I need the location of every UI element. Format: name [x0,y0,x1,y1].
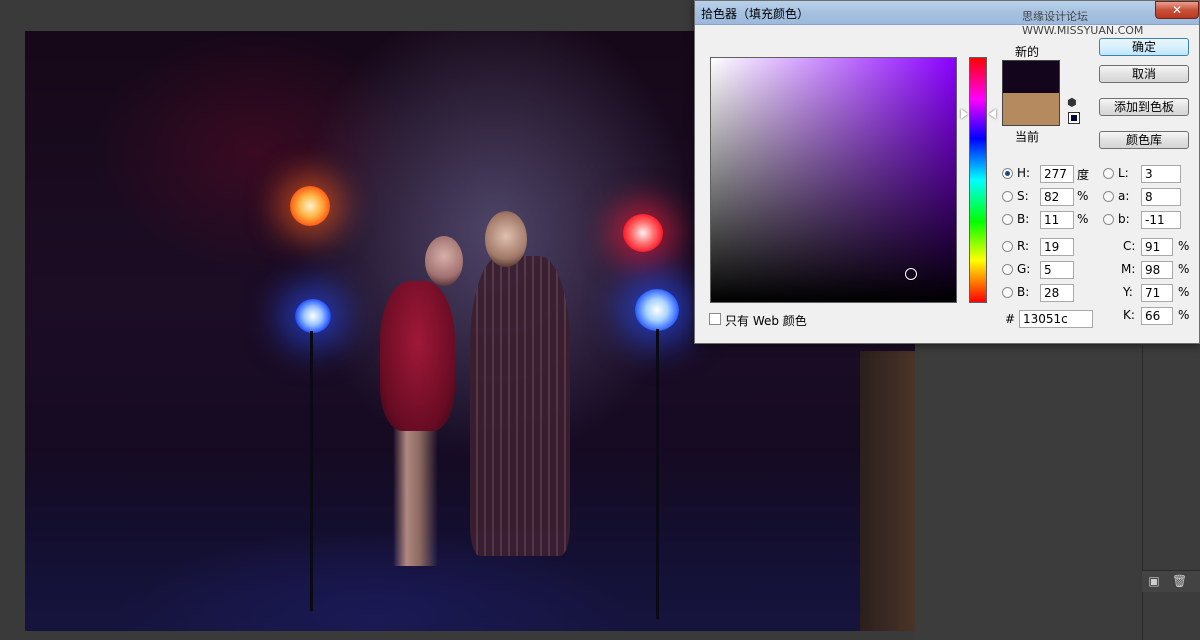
rgb-b-radio[interactable] [1002,287,1013,298]
s-input[interactable]: 82 [1040,188,1074,206]
cube-icon[interactable]: ⬢ [1067,96,1077,109]
y-input[interactable]: 71 [1141,284,1173,302]
current-color-swatch[interactable] [1002,93,1060,126]
websafe-warning-swatch[interactable] [1068,112,1080,124]
b-radio[interactable] [1002,214,1013,225]
b-unit: % [1077,212,1089,226]
rgb-b-label: B: [1017,285,1030,299]
woman-dress [380,281,455,431]
ok-button[interactable]: 确定 [1099,38,1189,56]
websafe-label: 只有 Web 颜色 [725,314,807,328]
layers-panel: ▣ 🗑 [915,345,1200,640]
dialog-title: 拾色器（填充颜色） [701,7,810,21]
color-picker-dialog: 拾色器（填充颜色） 思缘设计论坛 WWW.MISSYUAN.COM ✕ 新的 当… [694,0,1200,344]
hue-slider-arrow-right[interactable] [989,109,996,119]
hue-slider-arrow-left[interactable] [961,109,968,119]
k-label: K: [1123,308,1135,322]
trash-icon[interactable]: 🗑 [1172,574,1187,588]
color-libraries-button[interactable]: 颜色库 [1099,131,1189,149]
s-unit: % [1077,189,1089,203]
y-unit: % [1178,285,1190,299]
blue-lamp-right [635,289,679,331]
k-input[interactable]: 66 [1141,307,1173,325]
camera-icon[interactable]: ▣ [1147,574,1161,588]
current-color-label: 当前 [1015,130,1040,144]
dialog-titlebar[interactable]: 拾色器（填充颜色） 思缘设计论坛 WWW.MISSYUAN.COM ✕ [695,1,1199,37]
m-unit: % [1178,262,1190,276]
photo-wall [860,351,915,631]
a-label: a: [1118,189,1130,203]
l-input[interactable]: 3 [1141,165,1181,183]
m-label: M: [1121,262,1136,276]
s-radio[interactable] [1002,191,1013,202]
lab-b-input[interactable]: -11 [1141,211,1181,229]
r-label: R: [1017,239,1030,253]
a-input[interactable]: 8 [1141,188,1181,206]
r-radio[interactable] [1002,241,1013,252]
g-label: G: [1017,262,1031,276]
b-input[interactable]: 11 [1040,211,1074,229]
color-field[interactable] [710,57,957,303]
lab-b-radio[interactable] [1103,214,1114,225]
h-input[interactable]: 277 [1040,165,1074,183]
add-to-swatches-button[interactable]: 添加到色板 [1099,98,1189,116]
hex-input[interactable]: 13051c [1019,310,1093,328]
l-radio[interactable] [1103,168,1114,179]
s-label: S: [1017,189,1029,203]
red-lamp [623,214,663,252]
y-label: Y: [1123,285,1133,299]
websafe-checkbox[interactable] [709,313,721,325]
h-radio[interactable] [1002,168,1013,179]
man-head [485,211,527,267]
m-input[interactable]: 98 [1141,261,1173,279]
new-color-swatch [1002,60,1060,93]
hue-slider[interactable] [969,57,987,303]
light-stand-left [310,331,313,611]
b-label: B: [1017,212,1030,226]
lab-b-label: b: [1118,212,1130,226]
h-label: H: [1017,166,1031,180]
a-radio[interactable] [1103,191,1114,202]
light-stand-right [656,329,659,619]
l-label: L: [1118,166,1129,180]
c-input[interactable]: 91 [1141,238,1173,256]
r-input[interactable]: 19 [1040,238,1074,256]
new-color-label: 新的 [1015,45,1040,59]
rgb-b-input[interactable]: 28 [1040,284,1074,302]
close-button[interactable]: ✕ [1155,1,1199,19]
orange-lamp [290,186,330,226]
woman-head [425,236,463,286]
color-field-marker[interactable] [905,268,917,280]
c-unit: % [1178,239,1190,253]
man-suit [470,256,570,556]
c-label: C: [1123,239,1136,253]
panel-divider [1142,345,1143,640]
hex-hash-label: # [1005,312,1016,326]
h-unit: 度 [1077,168,1090,182]
cancel-button[interactable]: 取消 [1099,65,1189,83]
blue-lamp-left [295,299,331,333]
k-unit: % [1178,308,1190,322]
g-radio[interactable] [1002,264,1013,275]
g-input[interactable]: 5 [1040,261,1074,279]
woman-legs [393,426,438,566]
